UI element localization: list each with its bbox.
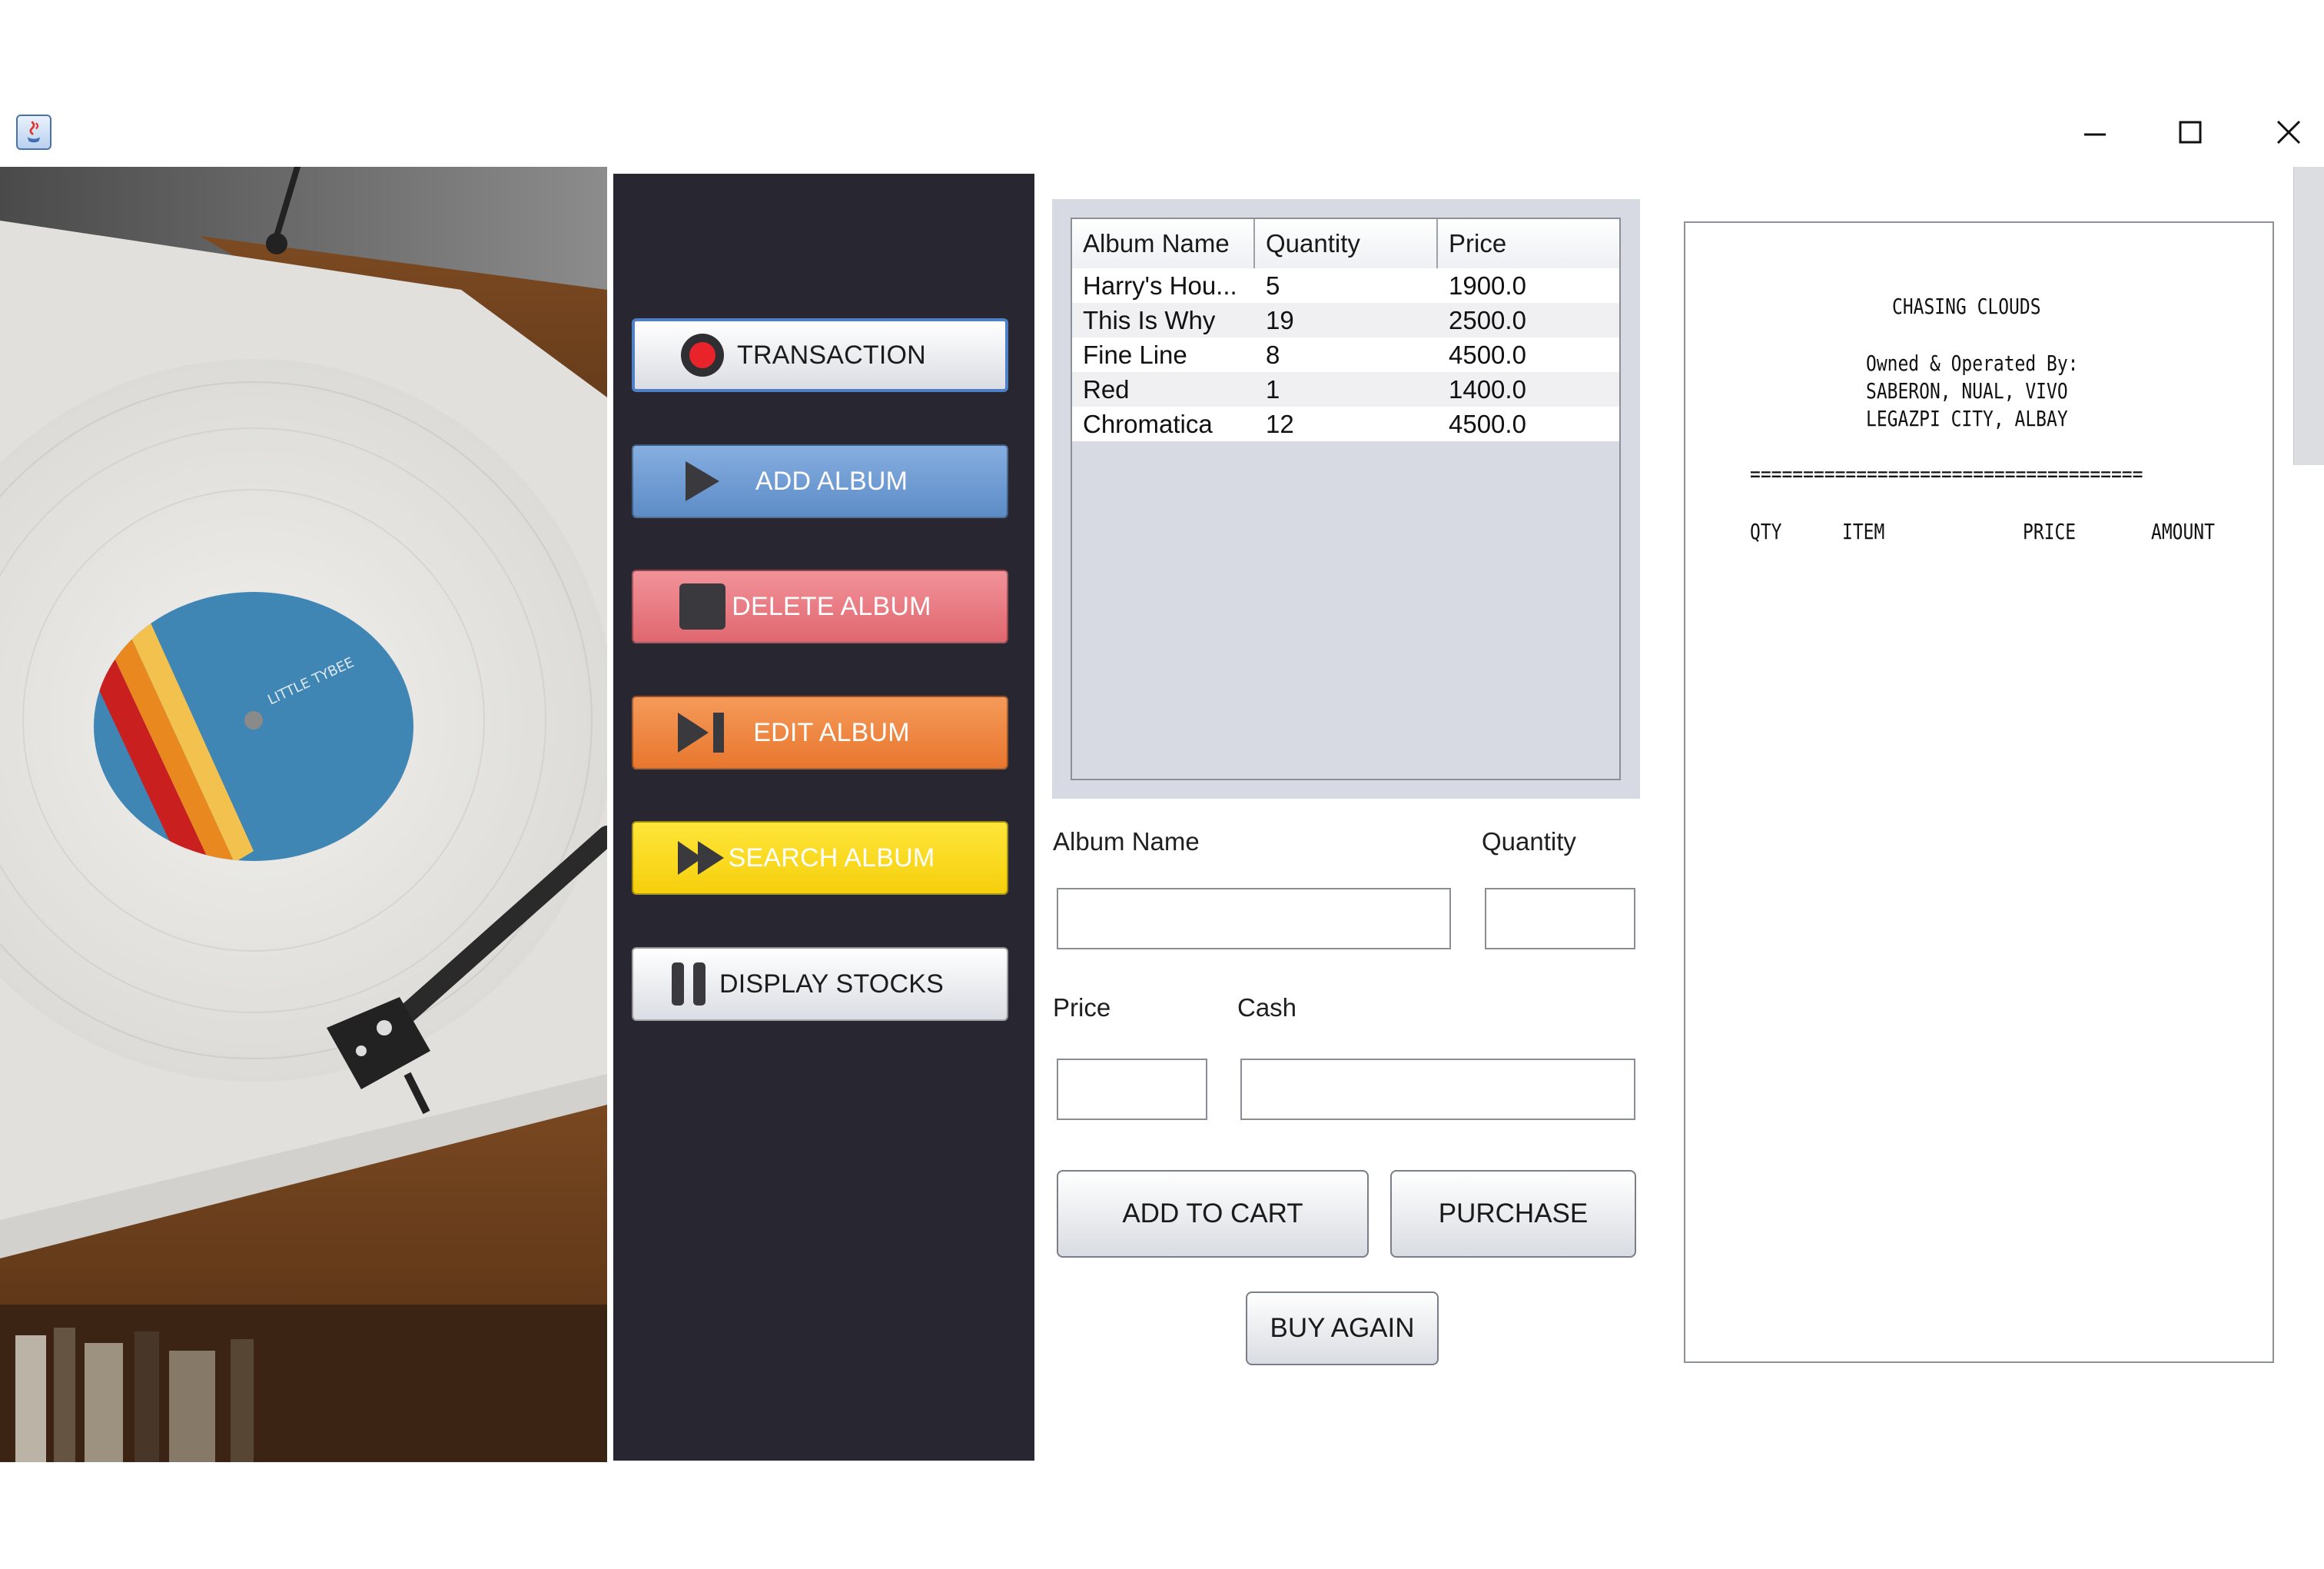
nav-panel: TRANSACTION ADD ALBUM DELETE ALBUM EDIT … xyxy=(613,174,1034,1461)
album-table-panel: Album Name Quantity Price Harry's Hou...… xyxy=(1052,199,1640,799)
delete-album-label: DELETE ALBUM xyxy=(732,591,931,621)
cell-price: 2500.0 xyxy=(1449,306,1526,334)
skip-next-icon xyxy=(676,708,725,757)
java-app-icon xyxy=(16,115,51,150)
add-album-button[interactable]: ADD ALBUM xyxy=(632,444,1008,518)
price-field[interactable] xyxy=(1057,1059,1207,1120)
receipt-owners: SABERON, NUAL, VIVO xyxy=(1866,378,2068,404)
table-row[interactable]: Chromatica 12 4500.0 xyxy=(1072,407,1619,441)
cell-album-name: This Is Why xyxy=(1083,306,1216,334)
receipt-col-amount: AMOUNT xyxy=(2151,519,2215,544)
column-header-album-name[interactable]: Album Name xyxy=(1072,219,1255,268)
search-album-label: SEARCH ALBUM xyxy=(728,843,935,873)
close-icon[interactable] xyxy=(2266,111,2312,155)
column-header-price[interactable]: Price xyxy=(1438,219,1619,268)
cell-price: 4500.0 xyxy=(1449,410,1526,438)
cell-quantity: 5 xyxy=(1266,271,1280,300)
cell-price: 1400.0 xyxy=(1449,375,1526,404)
search-album-button[interactable]: SEARCH ALBUM xyxy=(632,821,1008,895)
edit-album-label: EDIT ALBUM xyxy=(753,717,910,747)
album-table[interactable]: Album Name Quantity Price Harry's Hou...… xyxy=(1071,218,1621,780)
purchase-button[interactable]: PURCHASE xyxy=(1390,1170,1636,1258)
cell-quantity: 1 xyxy=(1266,375,1280,404)
cell-album-name: Red xyxy=(1083,375,1130,404)
record-icon xyxy=(678,331,727,380)
cash-field[interactable] xyxy=(1240,1059,1635,1120)
display-stocks-label: DISPLAY STOCKS xyxy=(719,969,944,999)
cell-quantity: 8 xyxy=(1266,341,1280,369)
edit-album-button[interactable]: EDIT ALBUM xyxy=(632,696,1008,770)
receipt-area[interactable]: CHASING CLOUDS Owned & Operated By: SABE… xyxy=(1684,221,2274,1363)
cell-album-name: Fine Line xyxy=(1083,341,1187,369)
java-cup-icon xyxy=(27,121,41,143)
turntable-photo: LITTLE TYBEE xyxy=(0,167,607,1462)
receipt-owned-by: Owned & Operated By: xyxy=(1866,351,2079,376)
album-name-label: Album Name xyxy=(1053,827,1200,856)
cell-price: 1900.0 xyxy=(1449,271,1526,300)
cell-price: 4500.0 xyxy=(1449,341,1526,369)
minimize-icon[interactable] xyxy=(2072,111,2118,155)
play-icon xyxy=(676,457,725,506)
display-stocks-button[interactable]: DISPLAY STOCKS xyxy=(632,947,1008,1021)
buy-again-button[interactable]: BUY AGAIN xyxy=(1246,1291,1439,1365)
album-name-field[interactable] xyxy=(1057,888,1451,949)
transaction-button[interactable]: TRANSACTION xyxy=(632,318,1008,392)
fast-forward-icon xyxy=(676,833,725,883)
cell-quantity: 19 xyxy=(1266,306,1294,334)
add-album-label: ADD ALBUM xyxy=(755,466,908,496)
receipt-col-price: PRICE xyxy=(2023,519,2077,544)
cell-album-name: Chromatica xyxy=(1083,410,1213,438)
cash-label: Cash xyxy=(1237,993,1297,1022)
table-row[interactable]: Fine Line 8 4500.0 xyxy=(1072,337,1619,372)
stop-icon xyxy=(676,582,725,631)
maximize-icon[interactable] xyxy=(2167,111,2213,155)
pause-icon xyxy=(664,959,713,1009)
price-label: Price xyxy=(1053,993,1111,1022)
quantity-field[interactable] xyxy=(1485,888,1635,949)
table-row[interactable]: Red 1 1400.0 xyxy=(1072,372,1619,407)
receipt-store-name: CHASING CLOUDS xyxy=(1892,294,2041,319)
receipt-col-qty: QTY xyxy=(1750,519,1782,544)
table-row[interactable]: Harry's Hou... 5 1900.0 xyxy=(1072,268,1619,303)
cell-quantity: 12 xyxy=(1266,410,1294,438)
quantity-label: Quantity xyxy=(1482,827,1576,856)
cell-album-name: Harry's Hou... xyxy=(1083,271,1237,300)
vertical-scrollbar[interactable] xyxy=(2293,167,2324,465)
table-header: Album Name Quantity Price xyxy=(1072,219,1619,270)
table-row[interactable]: This Is Why 19 2500.0 xyxy=(1072,303,1619,337)
transaction-label: TRANSACTION xyxy=(737,340,926,370)
receipt-col-item: ITEM xyxy=(1842,519,1885,544)
receipt-location: LEGAZPI CITY, ALBAY xyxy=(1866,406,2068,431)
receipt-divider: ===================================== xyxy=(1750,461,2143,487)
add-to-cart-button[interactable]: ADD TO CART xyxy=(1057,1170,1369,1258)
column-header-quantity[interactable]: Quantity xyxy=(1255,219,1438,268)
delete-album-button[interactable]: DELETE ALBUM xyxy=(632,570,1008,643)
